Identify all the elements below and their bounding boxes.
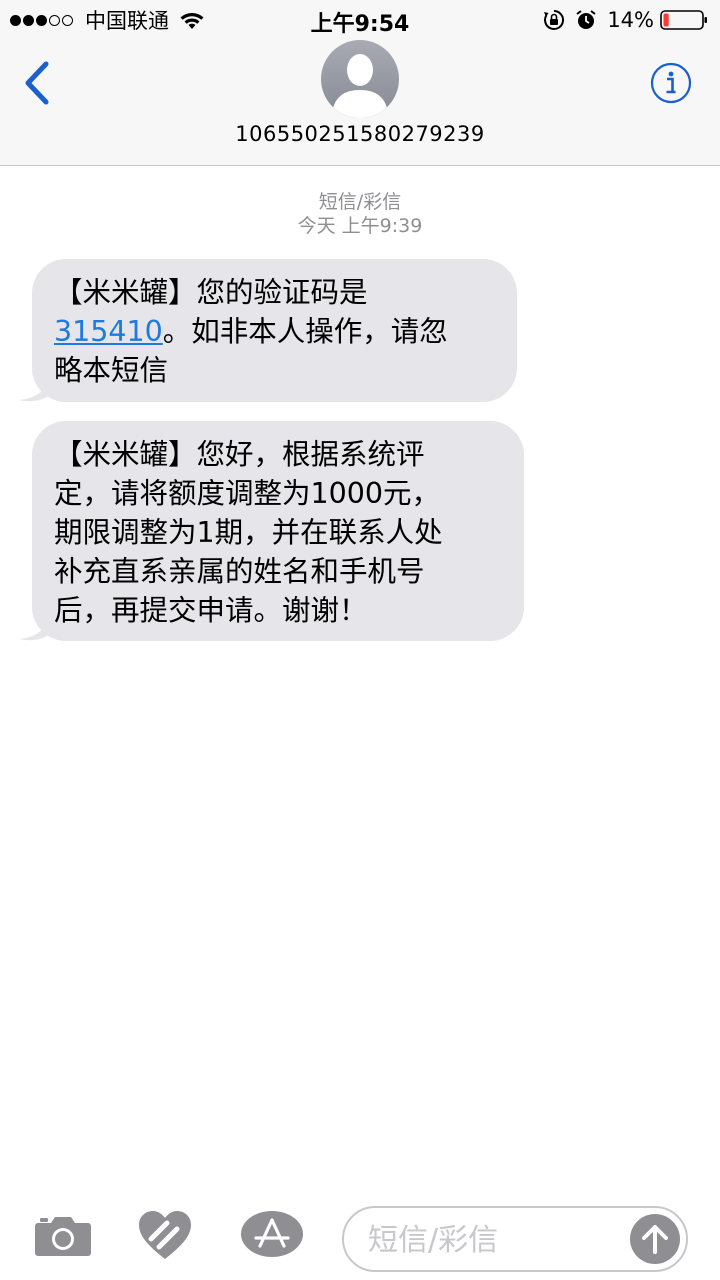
message-line: 【米米罐】您好，根据系统评 xyxy=(54,435,502,474)
message-text: 。如非本人操作，请忽 xyxy=(162,315,448,348)
thread-meta: 短信/彩信 今天 上午9:39 xyxy=(0,190,720,238)
message-line: 补充直系亲属的姓名和手机号 xyxy=(54,552,502,591)
compose-bar xyxy=(0,1195,720,1280)
status-bar: 中国联通 上午9:54 14% xyxy=(0,0,720,40)
alarm-clock-icon xyxy=(576,10,596,29)
message-line: 期限调整为1期，并在联系人处 xyxy=(54,513,502,552)
message-text: 【米米罐】您的验证码是 xyxy=(54,276,368,309)
message-line: 315410。如非本人操作，请忽 xyxy=(54,312,495,351)
message-text: 定，请将额度调整为1000元， xyxy=(54,477,441,510)
status-right: 14% xyxy=(543,6,708,34)
messages-screen: 中国联通 上午9:54 14% 106550251580279239 短信/彩信… xyxy=(0,0,720,1280)
bubble-tail xyxy=(19,376,48,402)
contact-number[interactable]: 106550251580279239 xyxy=(0,122,720,146)
message-text: 后，再提交申请。谢谢！ xyxy=(54,594,368,627)
message-timestamp: 今天 上午9:39 xyxy=(297,215,423,237)
info-button[interactable] xyxy=(650,62,692,104)
message-field xyxy=(342,1206,688,1272)
camera-icon xyxy=(35,1217,91,1256)
send-button[interactable] xyxy=(630,1214,680,1264)
service-label: 短信/彩信 xyxy=(318,191,402,213)
info-icon xyxy=(666,71,676,94)
person-silhouette-icon xyxy=(331,54,389,118)
message-text: 【米米罐】您好，根据系统评 xyxy=(54,438,425,471)
conversation-header: 106550251580279239 xyxy=(0,40,720,166)
back-button[interactable] xyxy=(18,58,58,108)
message-line: 略本短信 xyxy=(54,351,495,390)
message-text: 期限调整为1期，并在联系人处 xyxy=(54,516,443,549)
digital-touch-heart-icon xyxy=(139,1211,191,1259)
message-line: 【米米罐】您的验证码是 xyxy=(54,273,495,312)
message-bubble[interactable]: 【米米罐】您的验证码是 315410。如非本人操作，请忽 略本短信 xyxy=(19,259,517,402)
avatar[interactable] xyxy=(321,40,399,118)
bubble-tail xyxy=(19,615,48,641)
digital-touch-button[interactable] xyxy=(137,1209,193,1261)
app-store-button[interactable] xyxy=(240,1210,304,1258)
arrow-up-icon xyxy=(642,1225,668,1254)
battery-percentage: 14% xyxy=(607,8,654,32)
verification-code-link[interactable]: 315410 xyxy=(54,315,163,348)
app-store-icon xyxy=(241,1211,303,1257)
message-text: 补充直系亲属的姓名和手机号 xyxy=(54,555,425,588)
chevron-left-icon xyxy=(25,61,49,105)
battery-icon xyxy=(660,10,707,30)
message-text: 略本短信 xyxy=(54,354,169,387)
message-bubble[interactable]: 【米米罐】您好，根据系统评 定，请将额度调整为1000元， 期限调整为1期，并在… xyxy=(19,421,524,641)
message-line: 后，再提交申请。谢谢！ xyxy=(54,591,502,630)
message-input[interactable] xyxy=(366,1216,620,1264)
message-line: 定，请将额度调整为1000元， xyxy=(54,474,502,513)
camera-button[interactable] xyxy=(34,1215,92,1257)
rotation-lock-icon xyxy=(544,9,565,30)
